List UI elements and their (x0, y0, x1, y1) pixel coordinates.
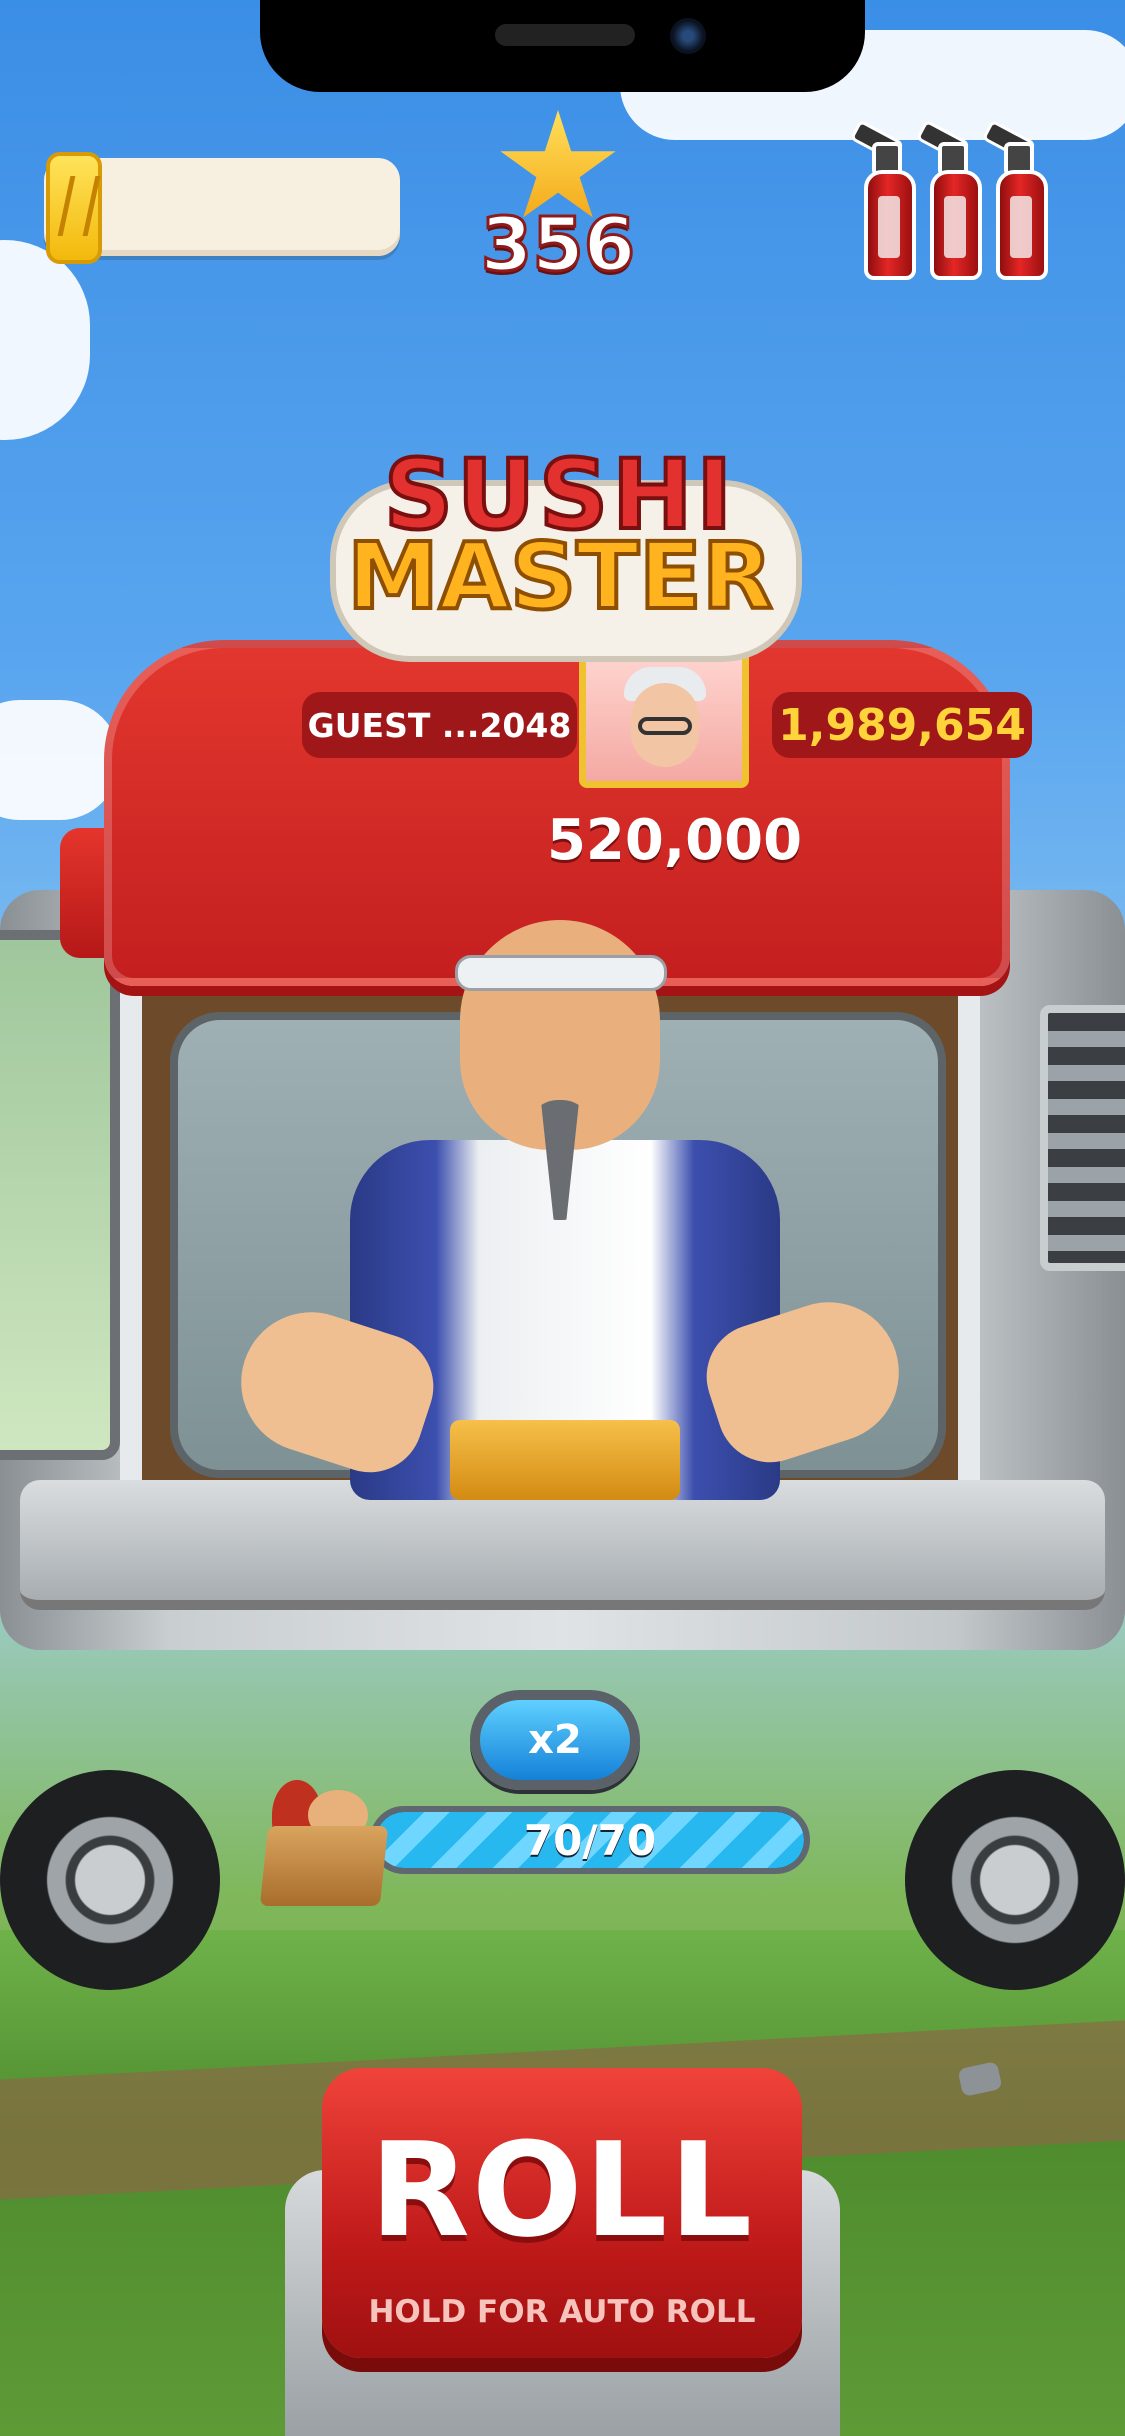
roll-button[interactable]: ROLL HOLD FOR AUTO ROLL (322, 2068, 802, 2358)
glasses-icon (638, 717, 692, 735)
star-count: 356 (479, 201, 636, 290)
wheel-left (0, 1770, 220, 1990)
wheel-right (905, 1770, 1125, 1990)
camera-icon (670, 18, 706, 54)
multiplier-button[interactable]: x2 (470, 1690, 640, 1790)
target-score: 520,000 (546, 808, 803, 873)
chef-headband (455, 955, 667, 991)
fire-extinguisher-icon (981, 119, 1052, 282)
sushi-master-logo: SUSHI MASTER (320, 438, 802, 680)
roll-label: ROLL (369, 2114, 755, 2266)
logo-line2: MASTER (345, 521, 774, 632)
box-icon[interactable] (259, 1780, 390, 1910)
cloud (0, 240, 90, 440)
fire-extinguisher-icon (915, 119, 986, 282)
game-screen: 356 GUEST ...2048 1,989,654 520,000 SUSH… (0, 0, 1125, 2436)
chef-belt (450, 1420, 680, 1500)
coin-icon (46, 152, 102, 264)
crate-icon (259, 1826, 389, 1906)
phone-notch (260, 0, 865, 92)
vent (1040, 1005, 1125, 1271)
multiplier-label: x2 (528, 1717, 582, 1763)
progress-text: 70/70 (523, 1815, 657, 1865)
player-name-plate: GUEST ...2048 (302, 692, 577, 758)
sushi-chef (223, 900, 917, 1540)
roll-progress-bar: 70/70 (370, 1806, 810, 1874)
side-window (0, 930, 120, 1460)
player-score-plate: 1,989,654 (772, 692, 1032, 758)
player-score: 1,989,654 (778, 699, 1026, 751)
fire-extinguisher-icon (849, 119, 920, 282)
player-name: GUEST ...2048 (307, 705, 572, 745)
speaker-icon (495, 24, 635, 46)
roll-sublabel: HOLD FOR AUTO ROLL (368, 2294, 756, 2330)
extinguisher-lives[interactable] (849, 119, 1058, 292)
star-counter[interactable]: 356 (478, 110, 638, 290)
